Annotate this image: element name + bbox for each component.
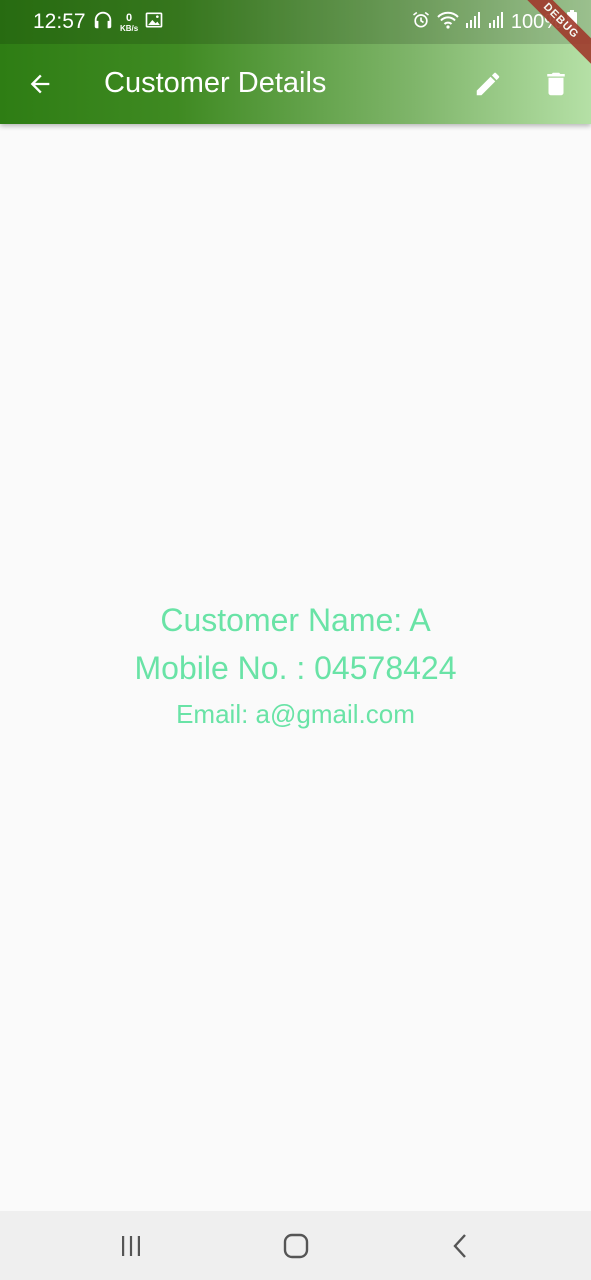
screen: 12:57 0 KB/s 100% Customer Details DEBUG… bbox=[0, 0, 591, 1280]
system-nav-bar bbox=[0, 1211, 591, 1280]
status-left-icons: 0 KB/s bbox=[92, 10, 164, 34]
network-speed-indicator: 0 KB/s bbox=[120, 12, 138, 33]
customer-mobile: Mobile No. : 04578424 bbox=[134, 650, 457, 686]
network-speed-value: 0 bbox=[126, 11, 133, 24]
customer-email: Email: a@gmail.com bbox=[176, 699, 415, 729]
recents-button[interactable] bbox=[111, 1229, 151, 1263]
page-title: Customer Details bbox=[104, 67, 327, 99]
delete-icon bbox=[547, 72, 565, 96]
top-bar: 12:57 0 KB/s 100% Customer Details DEBUG bbox=[0, 0, 591, 124]
home-icon bbox=[283, 1233, 309, 1259]
home-button[interactable] bbox=[276, 1229, 316, 1263]
back-button[interactable] bbox=[22, 66, 58, 102]
content-area: Customer Name: A Mobile No. : 04578424 E… bbox=[0, 124, 591, 1211]
back-icon bbox=[453, 1234, 466, 1258]
headphones-icon bbox=[92, 9, 114, 36]
status-bar: 12:57 0 KB/s 100% bbox=[0, 0, 591, 44]
edit-button[interactable] bbox=[468, 64, 508, 104]
customer-details: Customer Name: A Mobile No. : 04578424 E… bbox=[0, 598, 591, 732]
system-back-button[interactable] bbox=[441, 1229, 481, 1263]
signal-icon-2 bbox=[488, 11, 506, 34]
recents-icon bbox=[122, 1236, 140, 1256]
delete-button[interactable] bbox=[536, 64, 576, 104]
image-notification-icon bbox=[144, 10, 164, 35]
app-bar: Customer Details bbox=[0, 44, 591, 124]
customer-name: Customer Name: A bbox=[160, 602, 431, 638]
alarm-icon bbox=[411, 10, 431, 35]
edit-icon bbox=[476, 72, 500, 96]
arrow-back-icon bbox=[30, 74, 50, 94]
wifi-icon bbox=[436, 10, 460, 35]
network-speed-unit: KB/s bbox=[120, 23, 139, 33]
status-time: 12:57 bbox=[33, 10, 86, 33]
signal-icon bbox=[465, 11, 483, 34]
